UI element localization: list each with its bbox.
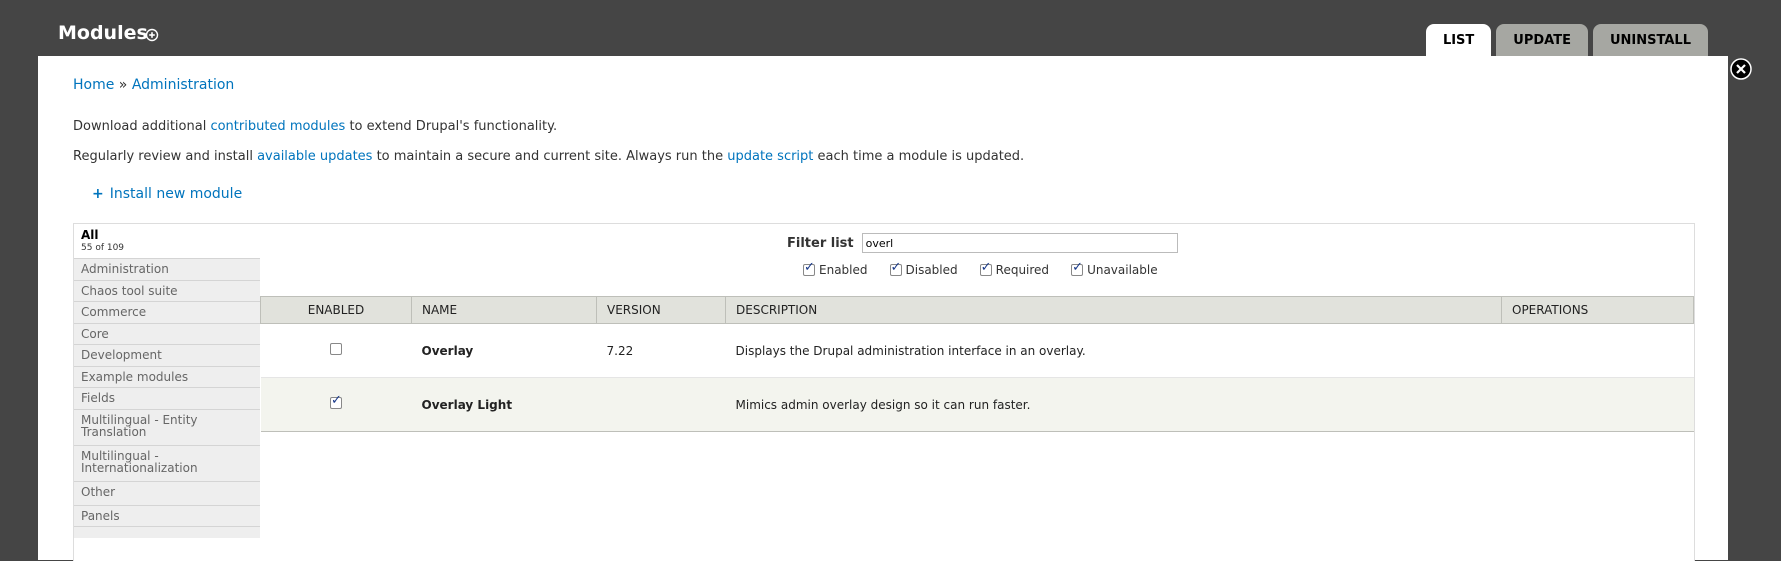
filter-row: Filter list — [787, 233, 1178, 253]
tab-uninstall[interactable]: Uninstall — [1592, 24, 1708, 56]
checkbox-checked-icon[interactable] — [803, 260, 815, 276]
breadcrumb-separator: » — [118, 77, 128, 93]
module-description: Mimics admin overlay design so it can ru… — [725, 377, 1502, 432]
modules-table: Enabled Name Version Description Operati… — [260, 296, 1694, 432]
vertical-tab-all[interactable]: All 55 of 109 — [74, 224, 260, 258]
column-header-operations: Operations — [1501, 296, 1694, 324]
filter-checkboxes: Enabled Disabled Required Unavailable — [803, 260, 1158, 277]
add-shortcut-icon[interactable] — [145, 28, 159, 42]
module-enable-checkbox[interactable] — [330, 393, 342, 409]
module-name: Overlay — [411, 323, 597, 378]
vertical-tab-more[interactable] — [74, 526, 260, 538]
enabled-cell — [260, 377, 412, 432]
unavailable-checkbox-label: Unavailable — [1087, 263, 1158, 277]
help-text-updates: Regularly review and install available u… — [73, 149, 1024, 164]
module-operations — [1501, 377, 1694, 432]
help-text-contributed: Download additional contributed modules … — [73, 119, 557, 134]
vertical-tab-entity-translation[interactable]: Multilingual - Entity Translation — [74, 409, 260, 445]
vertical-tab-development[interactable]: Development — [74, 344, 260, 366]
vertical-tab-panels[interactable]: Panels — [74, 505, 260, 526]
vertical-tab-other[interactable]: Other — [74, 481, 260, 505]
table-row: Overlay Light Mimics admin overlay desig… — [260, 377, 1694, 432]
table-row: Overlay 7.22 Displays the Drupal adminis… — [260, 323, 1694, 378]
install-new-module-link[interactable]: + Install new module — [92, 186, 242, 202]
module-count: 55 of 109 — [81, 243, 125, 253]
breadcrumb: Home » Administration — [73, 77, 234, 93]
module-filter-frame: All 55 of 109 Administration Chaos tool … — [73, 223, 1695, 561]
unavailable-checkbox[interactable]: Unavailable — [1071, 260, 1158, 277]
vertical-tab-administration[interactable]: Administration — [74, 258, 260, 280]
disabled-checkbox[interactable]: Disabled — [889, 260, 958, 277]
module-version — [596, 377, 726, 432]
filter-input[interactable] — [861, 233, 1178, 253]
enabled-checkbox[interactable]: Enabled — [803, 260, 868, 277]
help-text: to extend Drupal's functionality. — [345, 119, 558, 134]
page-title: Modules — [58, 22, 148, 44]
module-description: Displays the Drupal administration inter… — [725, 323, 1502, 378]
vertical-tab-chaos-tool-suite[interactable]: Chaos tool suite — [74, 280, 260, 301]
plus-icon: + — [92, 186, 104, 202]
package-vertical-tabs: All 55 of 109 Administration Chaos tool … — [74, 224, 260, 538]
help-text: Download additional — [73, 119, 211, 134]
column-header-description: Description — [725, 296, 1502, 324]
module-name: Overlay Light — [411, 377, 597, 432]
column-header-enabled: Enabled — [260, 296, 412, 324]
column-header-version: Version — [596, 296, 726, 324]
enabled-cell — [260, 323, 412, 378]
module-operations — [1501, 323, 1694, 378]
table-header-row: Enabled Name Version Description Operati… — [260, 296, 1694, 324]
enabled-checkbox-label: Enabled — [819, 263, 868, 277]
update-script-link[interactable]: update script — [727, 149, 813, 164]
primary-tabs: List Update Uninstall — [1425, 24, 1708, 56]
tab-list[interactable]: List — [1425, 24, 1492, 56]
overlay-content: Home » Administration Download additiona… — [38, 56, 1728, 561]
column-header-name: Name — [411, 296, 597, 324]
tab-update[interactable]: Update — [1496, 24, 1588, 56]
disabled-checkbox-label: Disabled — [905, 263, 958, 277]
module-enable-checkbox[interactable] — [330, 343, 342, 355]
available-updates-link[interactable]: available updates — [257, 149, 372, 164]
vertical-tab-commerce[interactable]: Commerce — [74, 301, 260, 323]
checkbox-checked-icon[interactable] — [889, 260, 902, 276]
help-text: Regularly review and install — [73, 149, 258, 164]
checkbox-checked-icon[interactable] — [1071, 260, 1084, 276]
vertical-tab-example-modules[interactable]: Example modules — [74, 366, 260, 387]
filter-label: Filter list — [787, 235, 854, 251]
required-checkbox[interactable]: Required — [979, 260, 1050, 277]
breadcrumb-administration[interactable]: Administration — [132, 77, 234, 93]
breadcrumb-home[interactable]: Home — [73, 77, 114, 93]
contributed-modules-link[interactable]: contributed modules — [210, 119, 345, 134]
close-icon[interactable] — [1730, 58, 1752, 80]
required-checkbox-label: Required — [995, 263, 1050, 277]
install-new-module-label: Install new module — [109, 186, 243, 202]
help-text: each time a module is updated. — [813, 149, 1025, 164]
vertical-tab-internationalization[interactable]: Multilingual - Internationalization — [74, 445, 260, 481]
help-text: to maintain a secure and current site. A… — [372, 149, 728, 164]
module-version: 7.22 — [596, 323, 726, 378]
vertical-tab-all-label: All — [81, 228, 99, 242]
vertical-tab-fields[interactable]: Fields — [74, 387, 260, 409]
checkbox-checked-icon[interactable] — [979, 260, 992, 276]
vertical-tab-core[interactable]: Core — [74, 323, 260, 344]
